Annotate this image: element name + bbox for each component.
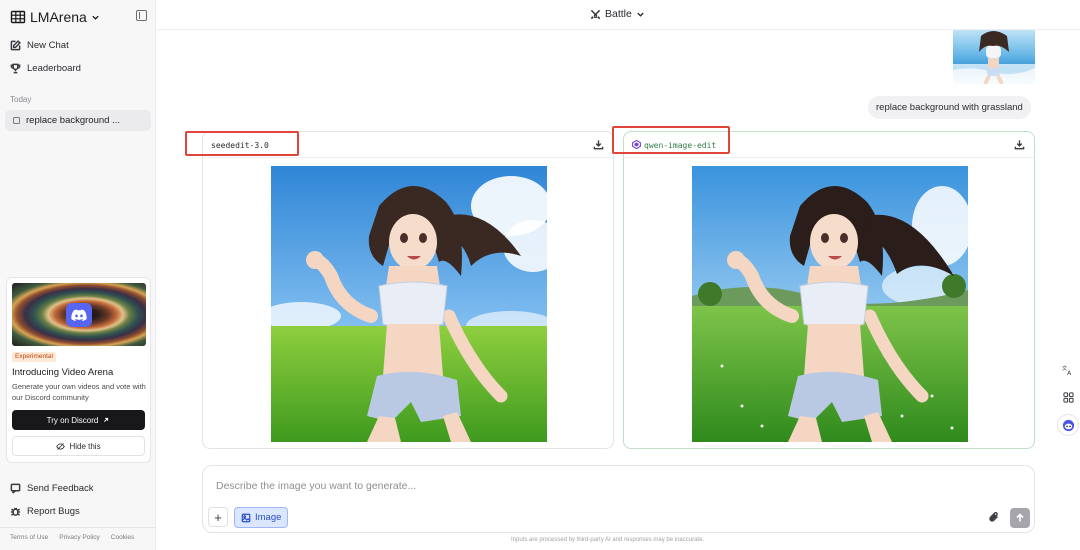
feedback-icon bbox=[10, 483, 21, 494]
annotation-highlight-b bbox=[612, 126, 730, 154]
image-mode-label: Image bbox=[255, 512, 282, 523]
privacy-link[interactable]: Privacy Policy bbox=[59, 534, 99, 541]
arrow-up-icon bbox=[1016, 513, 1024, 522]
generated-image-b[interactable] bbox=[692, 166, 968, 442]
chevron-down-icon bbox=[92, 15, 99, 20]
send-button[interactable] bbox=[1010, 508, 1030, 528]
send-feedback-label: Send Feedback bbox=[27, 482, 94, 494]
nav-leaderboard[interactable]: Leaderboard bbox=[10, 59, 81, 77]
chat-history-label: replace background ... bbox=[26, 115, 121, 126]
response-card-a: seededit-3.0 bbox=[202, 131, 614, 449]
disclaimer-text: Inputs are processed by third-party AI a… bbox=[511, 537, 705, 543]
edit-icon bbox=[10, 39, 21, 50]
mode-label: Battle bbox=[605, 8, 632, 20]
svg-text:A: A bbox=[1067, 370, 1072, 376]
generated-image-a[interactable] bbox=[271, 166, 547, 442]
user-message: replace background with grassland bbox=[868, 96, 1031, 119]
terms-link[interactable]: Terms of Use bbox=[10, 534, 48, 541]
image-icon bbox=[241, 513, 251, 522]
download-icon[interactable] bbox=[593, 139, 604, 150]
assistant-icon[interactable] bbox=[1058, 415, 1078, 435]
sidebar: LMArena New Chat Leaderboard Today repla… bbox=[0, 0, 156, 550]
paperclip-icon[interactable] bbox=[988, 511, 1000, 523]
add-attachment-button[interactable]: + bbox=[208, 507, 228, 527]
brand-name: LMArena bbox=[30, 9, 87, 25]
collapse-sidebar-icon[interactable] bbox=[136, 10, 147, 21]
chat-history-item[interactable]: replace background ... bbox=[5, 110, 151, 131]
prompt-input[interactable]: Describe the image you want to generate.… bbox=[216, 480, 416, 492]
discord-logo-icon bbox=[66, 303, 92, 327]
plus-icon: + bbox=[214, 509, 222, 525]
footer-links: Terms of Use Privacy Policy Cookies bbox=[10, 534, 134, 541]
try-on-discord-label: Try on Discord bbox=[46, 415, 99, 425]
sidebar-divider bbox=[0, 527, 156, 528]
grid-logo-icon bbox=[10, 10, 26, 24]
promo-description: Generate your own videos and vote with o… bbox=[12, 382, 146, 402]
eye-off-icon bbox=[56, 442, 66, 450]
chevron-down-icon bbox=[637, 12, 644, 17]
promo-image bbox=[12, 283, 146, 346]
prompt-composer: Describe the image you want to generate.… bbox=[202, 465, 1035, 533]
video-arena-promo: Experimental Introducing Video Arena Gen… bbox=[6, 277, 151, 463]
apps-grid-icon[interactable] bbox=[1058, 387, 1078, 407]
experimental-badge: Experimental bbox=[12, 352, 56, 362]
response-card-b: qwen-image-edit bbox=[623, 131, 1035, 449]
nav-report-bugs[interactable]: Report Bugs bbox=[10, 502, 80, 520]
mode-selector[interactable]: Battle bbox=[590, 6, 645, 22]
report-bugs-label: Report Bugs bbox=[27, 505, 80, 517]
nav-leaderboard-label: Leaderboard bbox=[27, 62, 81, 74]
hide-promo-button[interactable]: Hide this bbox=[12, 436, 145, 456]
nav-new-chat[interactable]: New Chat bbox=[10, 36, 69, 54]
bug-icon bbox=[10, 507, 21, 516]
try-on-discord-button[interactable]: Try on Discord bbox=[12, 410, 145, 430]
chat-icon bbox=[13, 117, 20, 124]
translate-icon[interactable]: 文 A bbox=[1058, 360, 1078, 380]
external-link-icon bbox=[104, 417, 109, 422]
user-uploaded-image[interactable] bbox=[953, 30, 1035, 84]
trophy-icon bbox=[10, 63, 21, 73]
download-icon[interactable] bbox=[1014, 139, 1025, 150]
swords-icon bbox=[590, 9, 601, 19]
cookies-link[interactable]: Cookies bbox=[111, 534, 134, 541]
brand-menu[interactable]: LMArena bbox=[10, 8, 100, 26]
image-mode-toggle[interactable]: Image bbox=[234, 507, 289, 528]
nav-send-feedback[interactable]: Send Feedback bbox=[10, 479, 94, 497]
section-today: Today bbox=[10, 95, 32, 104]
top-bar: Battle bbox=[157, 0, 1080, 30]
nav-new-chat-label: New Chat bbox=[27, 39, 69, 51]
annotation-highlight-a bbox=[185, 131, 299, 156]
promo-title: Introducing Video Arena bbox=[12, 367, 114, 378]
hide-promo-label: Hide this bbox=[69, 441, 101, 451]
